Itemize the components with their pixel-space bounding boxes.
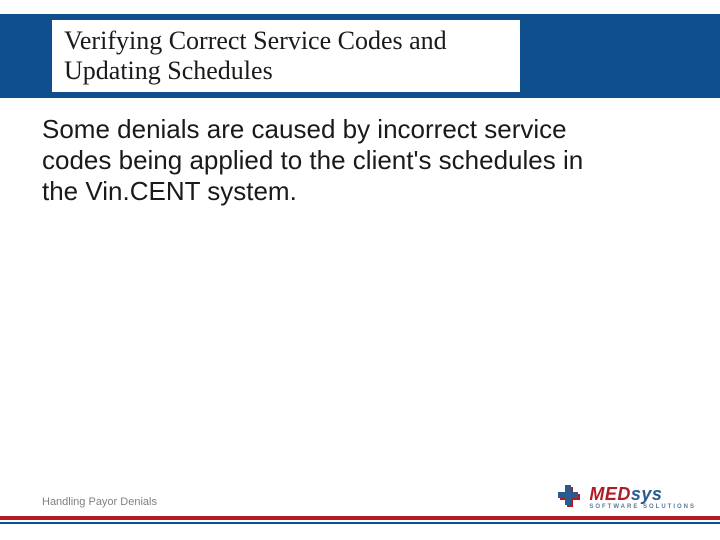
logo-tagline: SOFTWARE SOLUTIONS <box>589 504 696 510</box>
logo-name: MEDsys <box>589 485 696 503</box>
logo-part-med: MED <box>589 484 631 504</box>
brand-logo: MEDsys SOFTWARE SOLUTIONS <box>557 484 696 510</box>
logo-part-sys: sys <box>631 484 663 504</box>
body-paragraph: Some denials are caused by incorrect ser… <box>42 114 602 208</box>
logo-cross-icon <box>557 484 583 510</box>
slide-title: Verifying Correct Service Codes and Upda… <box>64 26 510 86</box>
footer-rule <box>0 516 720 520</box>
logo-text: MEDsys SOFTWARE SOLUTIONS <box>589 485 696 510</box>
footer-label: Handling Payor Denials <box>42 496 157 508</box>
title-box: Verifying Correct Service Codes and Upda… <box>40 20 520 92</box>
